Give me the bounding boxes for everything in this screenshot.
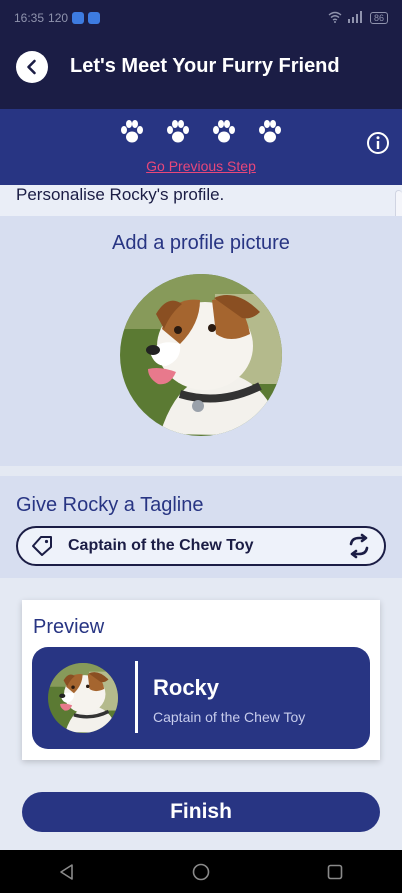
avatar — [48, 663, 118, 733]
go-previous-step-link[interactable]: Go Previous Step — [0, 158, 402, 174]
profile-picture[interactable] — [120, 274, 282, 436]
back-button[interactable] — [16, 51, 48, 83]
section-heading: Give Rocky a Tagline — [16, 494, 204, 516]
upload-icon — [72, 12, 85, 24]
intro-text: Personalise Rocky's profile. — [0, 185, 402, 216]
tagline-value: Captain of the Chew Toy — [68, 537, 254, 554]
section-heading: Add a profile picture — [112, 232, 290, 254]
preview-name: Rocky — [153, 675, 220, 700]
status-bar: 16:35 120 86 — [0, 0, 402, 36]
stepper-bar: Go Previous Step — [0, 109, 402, 185]
status-right: 86 — [328, 10, 388, 26]
info-icon[interactable] — [366, 131, 390, 155]
tagline-field[interactable]: Captain of the Chew Toy — [16, 526, 386, 566]
status-speed: 120 — [48, 11, 69, 25]
profile-preview: Rocky Captain of the Chew Toy — [32, 647, 370, 749]
refresh-icon[interactable] — [346, 533, 372, 559]
battery-icon: 86 — [369, 12, 388, 24]
dog-photo — [120, 274, 282, 436]
home-circle-icon[interactable] — [191, 862, 211, 882]
chevron-left-icon — [27, 59, 36, 75]
back-triangle-icon[interactable] — [57, 862, 77, 882]
preview-tagline: Captain of the Chew Toy — [153, 709, 306, 725]
paw-icon — [121, 120, 143, 143]
wifi-icon — [328, 11, 342, 26]
status-time: 16:35 — [14, 11, 45, 25]
preview-card: Preview Rocky Captain of the Chew Toy — [22, 600, 380, 760]
paw-icon — [167, 120, 189, 143]
tagline-section: Give Rocky a Tagline Captain of the Chew… — [0, 476, 402, 578]
system-nav-bar — [0, 850, 402, 893]
paw-icon — [213, 120, 235, 143]
finish-button[interactable]: Finish — [22, 792, 380, 832]
page-title: Let's Meet Your Furry Friend — [70, 55, 340, 77]
dog-avatar — [48, 663, 118, 733]
tag-icon — [32, 536, 52, 556]
status-left: 16:35 120 — [14, 11, 101, 25]
app-header: Let's Meet Your Furry Friend — [0, 36, 402, 109]
divider — [135, 661, 138, 733]
step-indicators — [0, 119, 402, 145]
profile-picture-section: Add a profile picture — [0, 216, 402, 466]
recents-square-icon[interactable] — [325, 862, 345, 882]
paw-icon — [259, 120, 281, 143]
signal-icon — [347, 10, 364, 26]
preview-label: Preview — [33, 616, 105, 638]
gallery-icon — [88, 12, 101, 24]
